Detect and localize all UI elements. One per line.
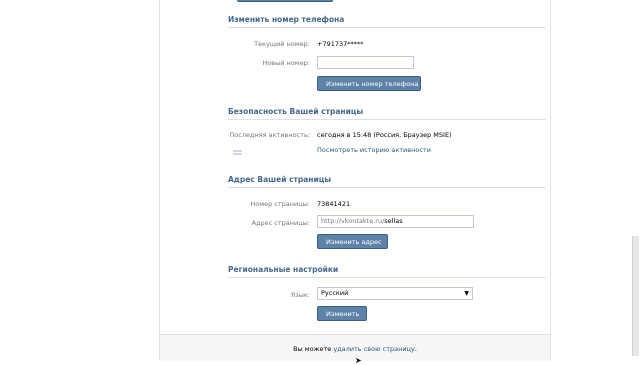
top-save-button[interactable] bbox=[237, 0, 333, 2]
change-phone-button[interactable]: Изменить номер телефона bbox=[317, 76, 421, 91]
address-section-title: Адрес Вашей страницы bbox=[228, 175, 546, 188]
change-language-button[interactable]: Изменить bbox=[317, 306, 367, 321]
phone-section-title: Изменить номер телефона bbox=[228, 15, 546, 28]
address-value: sellas bbox=[384, 217, 403, 225]
page-number-label: Номер страницы: bbox=[250, 200, 310, 208]
page-number-value: 73841421 bbox=[317, 200, 351, 208]
last-activity-label: Последняя активность: bbox=[229, 131, 310, 139]
new-phone-label: Новый номер: bbox=[262, 59, 310, 67]
current-phone-label: Текущий номер: bbox=[254, 40, 310, 48]
regional-section-title: Региональные настройки bbox=[228, 265, 546, 278]
change-address-button[interactable]: Изменить адрес bbox=[317, 234, 388, 249]
scrollbar[interactable] bbox=[632, 236, 639, 356]
delete-page-text: Вы можете удалить свою страницу. bbox=[160, 345, 550, 353]
dropdown-arrow-icon: ▼ bbox=[464, 290, 469, 297]
last-activity-value: сегодня в 15:48 (Россия, Браузер MSIE) bbox=[317, 131, 452, 139]
delete-page-suffix: . bbox=[414, 345, 417, 353]
delete-page-prefix: Вы можете bbox=[293, 345, 334, 353]
address-prefix: http://vkontakte.ru/ bbox=[321, 217, 385, 225]
page-address-label: Адрес страницы: bbox=[251, 219, 310, 227]
language-label: Язык: bbox=[290, 291, 310, 299]
current-phone-value: +791737***** bbox=[317, 40, 364, 48]
mouse-cursor-icon: ➤ bbox=[355, 356, 362, 365]
page-address-input[interactable]: http://vkontakte.ru/sellas bbox=[317, 215, 474, 228]
language-value: Русский bbox=[321, 289, 349, 297]
security-section-title: Безопасность Вашей страницы bbox=[228, 107, 546, 120]
delete-page-link[interactable]: удалить свою страницу bbox=[333, 345, 415, 353]
new-phone-input[interactable] bbox=[317, 56, 414, 69]
activity-history-link[interactable]: Посмотреть историю активности bbox=[317, 146, 431, 154]
menu-icon bbox=[233, 150, 242, 158]
settings-panel: Изменить номер телефона Текущий номер: +… bbox=[159, 0, 551, 361]
language-select[interactable]: Русский ▼ bbox=[317, 287, 473, 300]
